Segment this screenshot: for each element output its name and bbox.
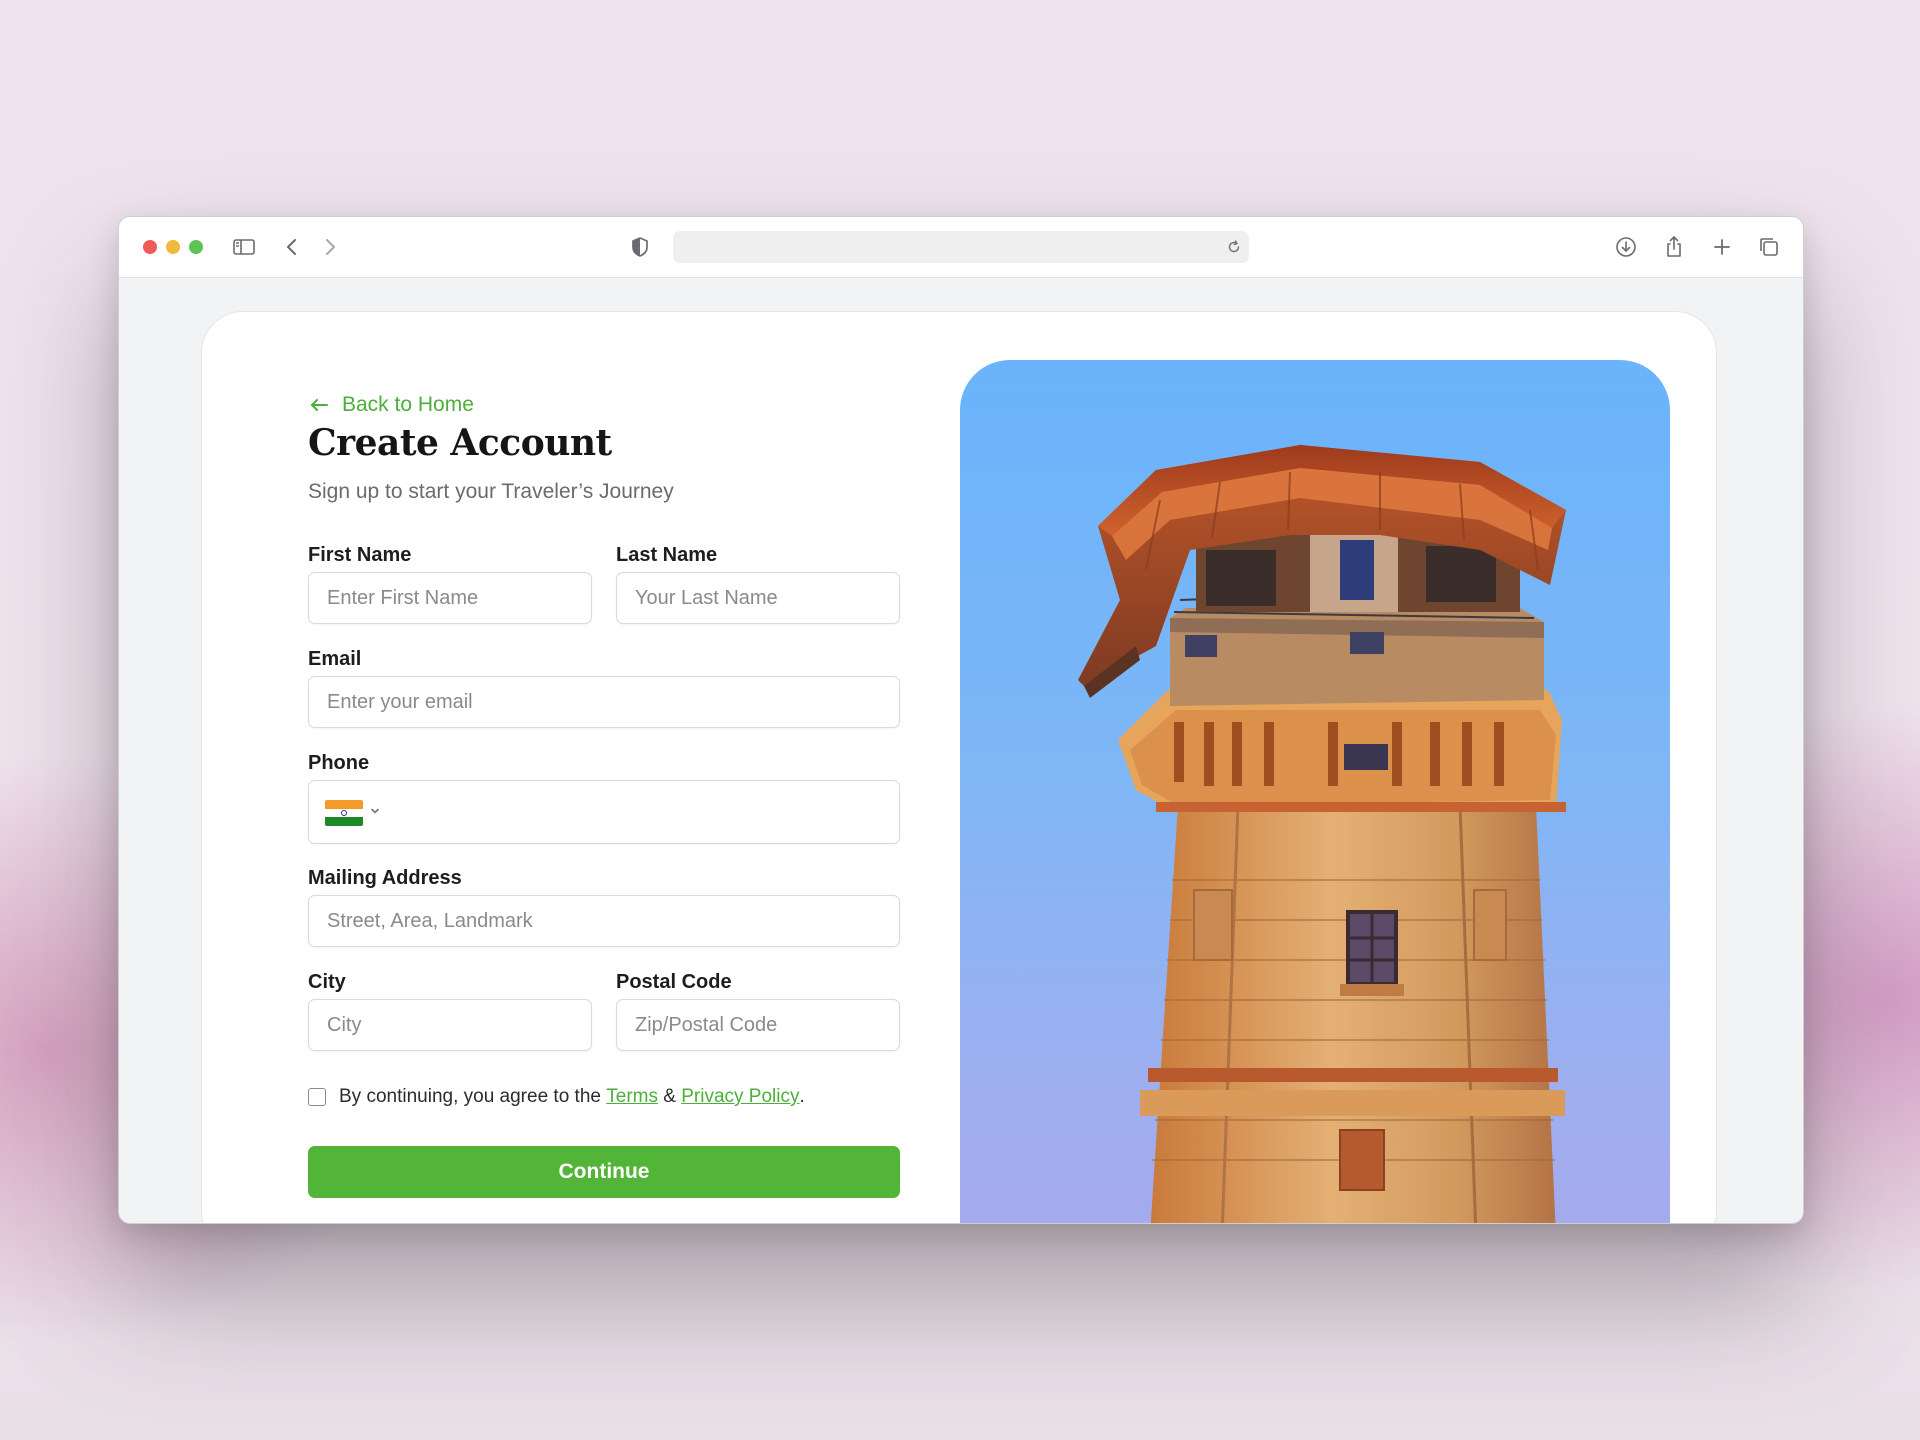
back-to-home-label: Back to Home xyxy=(342,393,474,416)
last-name-input[interactable] xyxy=(617,573,899,623)
terms-ampersand: & xyxy=(663,1086,676,1107)
first-name-label: First Name xyxy=(308,544,412,566)
postal-code-label: Postal Code xyxy=(616,971,732,993)
privacy-policy-link[interactable]: Privacy Policy xyxy=(681,1086,799,1108)
back-icon[interactable] xyxy=(279,234,305,260)
hero-image-clock-tower xyxy=(960,360,1670,1223)
new-tab-icon[interactable] xyxy=(1709,234,1735,260)
minimize-window-button[interactable] xyxy=(166,240,180,254)
email-input[interactable] xyxy=(309,677,899,727)
postal-code-input[interactable] xyxy=(617,1000,899,1050)
phone-input[interactable] xyxy=(309,781,899,843)
share-icon[interactable] xyxy=(1661,234,1687,260)
city-input[interactable] xyxy=(309,1000,591,1050)
terms-suffix: . xyxy=(799,1086,805,1107)
postal-code-field[interactable] xyxy=(616,999,900,1051)
last-name-field[interactable] xyxy=(616,572,900,624)
back-to-home-link[interactable]: Back to Home xyxy=(308,390,474,420)
terms-row: By continuing, you agree to the Terms & … xyxy=(308,1086,805,1108)
email-label: Email xyxy=(308,648,362,670)
address-input[interactable] xyxy=(309,896,899,946)
email-field[interactable] xyxy=(308,676,900,728)
continue-button[interactable]: Continue xyxy=(308,1146,900,1198)
terms-checkbox[interactable] xyxy=(308,1088,326,1106)
reload-icon[interactable] xyxy=(1225,238,1243,256)
city-field[interactable] xyxy=(308,999,592,1051)
first-name-input[interactable] xyxy=(309,573,591,623)
browser-window: Back to Home Create Account Sign up to s… xyxy=(118,216,1804,1224)
zoom-window-button[interactable] xyxy=(189,240,203,254)
arrow-left-icon xyxy=(308,394,330,416)
address-label: Mailing Address xyxy=(308,867,462,889)
terms-link[interactable]: Terms xyxy=(606,1086,658,1108)
shield-icon[interactable] xyxy=(627,234,653,260)
phone-field[interactable] xyxy=(308,780,900,844)
browser-toolbar xyxy=(119,217,1803,278)
close-window-button[interactable] xyxy=(143,240,157,254)
forward-icon[interactable] xyxy=(317,234,343,260)
download-icon[interactable] xyxy=(1613,234,1639,260)
terms-prefix: By continuing, you agree to the xyxy=(339,1086,601,1107)
india-flag-icon[interactable] xyxy=(325,800,363,826)
tabs-icon[interactable] xyxy=(1756,234,1782,260)
chevron-down-icon[interactable] xyxy=(369,805,381,817)
city-label: City xyxy=(308,971,346,993)
page-subtitle: Sign up to start your Traveler’s Journey xyxy=(308,480,674,503)
signup-card: Back to Home Create Account Sign up to s… xyxy=(201,311,1717,1223)
address-field[interactable] xyxy=(308,895,900,947)
first-name-field[interactable] xyxy=(308,572,592,624)
address-bar[interactable] xyxy=(673,231,1249,263)
phone-label: Phone xyxy=(308,752,370,774)
last-name-label: Last Name xyxy=(616,544,718,566)
page-title: Create Account xyxy=(308,422,612,464)
sidebar-icon[interactable] xyxy=(231,234,257,260)
